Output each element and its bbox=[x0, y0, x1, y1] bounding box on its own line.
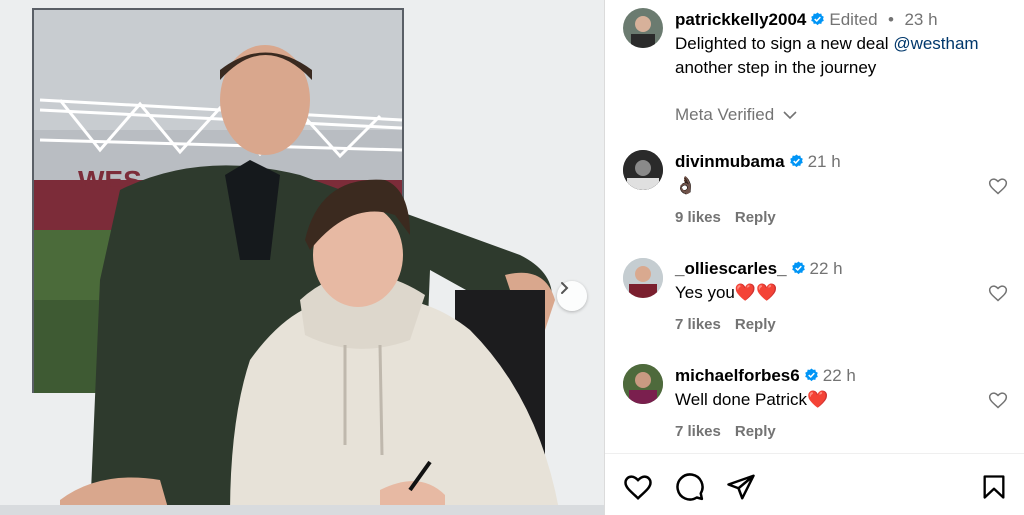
comment-username[interactable]: _olliescarles_ bbox=[675, 259, 787, 278]
comment-actions: 7 likes Reply bbox=[675, 423, 790, 440]
heart-icon[interactable] bbox=[988, 390, 1008, 410]
reply-button[interactable]: Reply bbox=[735, 209, 776, 226]
comment-likes[interactable]: 7 likes bbox=[675, 423, 721, 440]
mention-link[interactable]: @westham bbox=[893, 34, 978, 53]
comment-avatar[interactable] bbox=[623, 364, 663, 404]
comment-avatar[interactable] bbox=[623, 150, 663, 190]
meta-verified-toggle[interactable]: Meta Verified bbox=[675, 105, 797, 125]
chevron-down-icon bbox=[783, 111, 797, 120]
chevron-right-icon bbox=[561, 282, 569, 294]
verified-badge-icon bbox=[791, 261, 805, 275]
author-username[interactable]: patrickkelly2004 bbox=[675, 10, 806, 29]
photo-illustration: WES bbox=[0, 0, 604, 515]
comment-time[interactable]: 22 h bbox=[810, 259, 843, 278]
comment-username[interactable]: divinmubama bbox=[675, 152, 785, 171]
verified-badge-icon bbox=[789, 154, 803, 168]
post-caption: Delighted to sign a new deal @westham an… bbox=[675, 32, 979, 80]
post-photo[interactable]: WES bbox=[0, 0, 604, 515]
comment-header: michaelforbes6 22 h bbox=[675, 366, 856, 386]
comment-username[interactable]: michaelforbes6 bbox=[675, 366, 800, 385]
send-icon[interactable] bbox=[726, 472, 756, 502]
comment-actions: 7 likes Reply bbox=[675, 316, 790, 333]
comment-header: _olliescarles_ 22 h bbox=[675, 259, 843, 279]
comment-header: divinmubama 21 h bbox=[675, 152, 841, 172]
action-bar-divider bbox=[605, 453, 1024, 454]
separator-dot: • bbox=[888, 10, 894, 29]
bookmark-icon[interactable] bbox=[980, 472, 1008, 502]
heart-icon[interactable] bbox=[623, 472, 653, 502]
heart-icon[interactable] bbox=[988, 176, 1008, 196]
heart-icon[interactable] bbox=[988, 283, 1008, 303]
comment-actions: 9 likes Reply bbox=[675, 209, 790, 226]
next-photo-button[interactable] bbox=[557, 281, 587, 311]
comment-text: Yes you❤️❤️ bbox=[675, 283, 778, 302]
verified-badge-icon bbox=[811, 12, 825, 26]
caption-header: patrickkelly2004 Edited • 23 h bbox=[675, 10, 938, 30]
reply-button[interactable]: Reply bbox=[735, 316, 776, 333]
post-time[interactable]: 23 h bbox=[904, 10, 937, 29]
comment-text: Well done Patrick❤️ bbox=[675, 390, 829, 409]
edited-label: Edited bbox=[829, 10, 878, 29]
meta-verified-label: Meta Verified bbox=[675, 105, 775, 124]
reply-button[interactable]: Reply bbox=[735, 423, 776, 440]
comments-panel: patrickkelly2004 Edited • 23 h Delighted … bbox=[605, 0, 1024, 515]
comment-likes[interactable]: 7 likes bbox=[675, 316, 721, 333]
comment-likes[interactable]: 9 likes bbox=[675, 209, 721, 226]
comment-text: 👌🏿 bbox=[675, 176, 697, 195]
caption-text: Delighted to sign a new deal bbox=[675, 34, 894, 53]
comment-time[interactable]: 22 h bbox=[823, 366, 856, 385]
caption-line-2: another step in the journey bbox=[675, 58, 877, 77]
comment-icon[interactable] bbox=[675, 472, 705, 502]
comment-time[interactable]: 21 h bbox=[808, 152, 841, 171]
verified-badge-icon bbox=[804, 368, 818, 382]
comment-avatar[interactable] bbox=[623, 258, 663, 298]
author-avatar[interactable] bbox=[623, 8, 663, 48]
